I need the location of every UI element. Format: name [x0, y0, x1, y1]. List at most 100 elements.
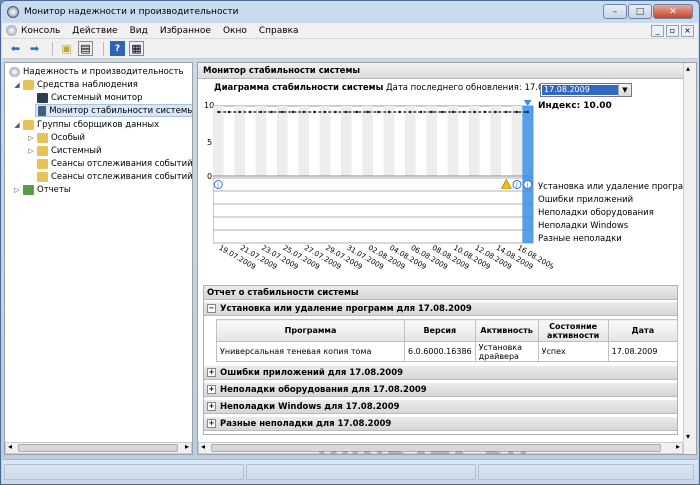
- tree-item-stability[interactable]: Монитор стабильности системы: [35, 104, 193, 117]
- mdi-minimize-button[interactable]: _: [651, 25, 664, 37]
- status-bar: [2, 459, 698, 484]
- menu-view[interactable]: Вид: [130, 26, 148, 36]
- tree-item-sessions-1[interactable]: Сеансы отслеживания событий: [35, 157, 192, 170]
- selected-day-marker: [523, 100, 532, 106]
- column-header[interactable]: Версия: [404, 319, 476, 342]
- data-point: [377, 110, 380, 114]
- content-vertical-scrollbar[interactable]: ▴ ▾: [683, 63, 696, 454]
- navigation-tree: Надежность и производительность ◢ Средст…: [4, 62, 193, 455]
- minimize-button[interactable]: –: [603, 4, 627, 19]
- day-stripe: [383, 106, 395, 176]
- expand-icon[interactable]: ▷: [27, 134, 35, 142]
- section-label: Неполадки оборудования для 17.08.2009: [220, 384, 427, 395]
- help-icon[interactable]: ?: [110, 41, 125, 56]
- scroll-up-icon[interactable]: ▴: [686, 64, 690, 73]
- section-windows[interactable]: + Неполадки Windows для 17.08.2009: [204, 400, 677, 414]
- menu-window[interactable]: Окно: [223, 26, 247, 36]
- mdi-close-button[interactable]: ×: [681, 25, 694, 37]
- expand-section-icon[interactable]: +: [207, 419, 216, 428]
- scroll-right-icon[interactable]: ▸: [676, 442, 680, 451]
- folder-icon: [37, 132, 48, 143]
- data-point: [345, 110, 348, 114]
- scroll-right-icon[interactable]: ▸: [185, 442, 189, 451]
- folder-icon: [37, 158, 48, 169]
- menu-console[interactable]: Консоль: [21, 26, 60, 36]
- toolbar-separator: [52, 41, 53, 56]
- mdi-restore-button[interactable]: ▫: [666, 25, 679, 37]
- date-select[interactable]: 17.08.2009 ▼: [540, 83, 632, 97]
- expand-section-icon[interactable]: +: [207, 368, 216, 377]
- tree-item-groups[interactable]: ◢ Группы сборщиков данных: [13, 118, 159, 131]
- chevron-down-icon[interactable]: ▼: [618, 84, 631, 96]
- legend-hardware: Неполадки оборудования: [538, 208, 654, 218]
- report-title: Отчет о стабильности системы: [204, 286, 677, 300]
- menu-favorites[interactable]: Избранное: [160, 26, 211, 36]
- menu-action[interactable]: Действие: [72, 26, 117, 36]
- tree-horizontal-scrollbar[interactable]: ◂ ▸: [5, 442, 192, 454]
- section-label: Установка или удаление программ для 17.0…: [220, 303, 472, 314]
- scroll-left-icon[interactable]: ◂: [201, 442, 205, 451]
- maximize-button[interactable]: □: [628, 4, 652, 19]
- main-window: Монитор надежности и производительности …: [0, 0, 700, 485]
- up-folder-icon[interactable]: ▣: [59, 41, 74, 56]
- data-point: [227, 110, 231, 114]
- day-stripe: [234, 106, 245, 176]
- close-button[interactable]: ✕: [653, 4, 693, 19]
- section-hardware[interactable]: + Неполадки оборудования для 17.08.2009: [204, 383, 677, 397]
- folder-icon: [37, 171, 48, 182]
- back-button[interactable]: ⬅: [8, 41, 23, 56]
- data-point: [270, 110, 273, 114]
- tree-label: Отчеты: [37, 184, 71, 195]
- collapse-section-icon[interactable]: −: [207, 304, 216, 313]
- data-point: [526, 110, 529, 114]
- column-header[interactable]: Дата: [607, 319, 679, 342]
- tree-item-special[interactable]: ▷ Особый: [27, 131, 85, 144]
- data-point: [259, 110, 263, 114]
- expand-icon[interactable]: ▷: [27, 147, 35, 155]
- tree-item-root[interactable]: Надежность и производительность: [7, 65, 184, 78]
- table-row[interactable]: Универсальная теневая копия тома 6.0.600…: [216, 341, 679, 362]
- scrollbar-thumb[interactable]: [18, 444, 178, 452]
- cell-date: 17.08.2009: [607, 341, 679, 362]
- forward-button[interactable]: ➡: [27, 41, 42, 56]
- menu-help[interactable]: Справка: [259, 26, 299, 36]
- show-tree-icon[interactable]: ▤: [78, 41, 93, 56]
- folder-icon: [23, 119, 34, 130]
- tree-item-sysmon[interactable]: Системный монитор: [35, 91, 142, 104]
- selected-day-bar: [522, 106, 533, 243]
- report-icon: [23, 184, 34, 195]
- expand-icon[interactable]: ▷: [13, 186, 21, 194]
- chart-header: Диаграмма стабильности системы Дата посл…: [214, 83, 573, 93]
- data-point: [409, 110, 412, 114]
- stability-chart[interactable]: i i i19.07.200921.07.200923.07.200925.07.2…: [213, 98, 553, 298]
- column-header[interactable]: Состояние активности: [537, 319, 609, 342]
- tree-label: Системный монитор: [51, 92, 143, 103]
- toolbar: ⬅ ➡ ▣ ▤ ? ▦: [2, 39, 698, 59]
- scroll-left-icon[interactable]: ◂: [8, 442, 12, 451]
- expand-section-icon[interactable]: +: [207, 402, 216, 411]
- tree-item-sessions-2[interactable]: Сеансы отслеживания событий: [35, 170, 192, 183]
- section-app-errors[interactable]: + Ошибки приложений для 17.08.2009: [204, 366, 677, 380]
- column-header[interactable]: Активность: [474, 319, 539, 342]
- tree-item-system[interactable]: ▷ Системный: [27, 144, 102, 157]
- legend-misc: Разные неполадки: [538, 234, 622, 244]
- collapse-icon[interactable]: ◢: [13, 121, 21, 129]
- expand-section-icon[interactable]: +: [207, 385, 216, 394]
- section-install[interactable]: − Установка или удаление программ для 17…: [204, 302, 677, 316]
- chart-title: Диаграмма стабильности системы: [214, 83, 384, 93]
- collapse-icon[interactable]: ◢: [13, 81, 21, 89]
- tree-label: Монитор стабильности системы: [49, 105, 193, 116]
- data-point: [238, 110, 241, 114]
- section-misc[interactable]: + Разные неполадки для 17.08.2009: [204, 417, 677, 431]
- toolbar-separator: [103, 41, 104, 56]
- scroll-down-icon[interactable]: ▾: [686, 432, 690, 441]
- data-point: [323, 110, 327, 114]
- data-point: [473, 110, 476, 114]
- data-point: [398, 110, 401, 114]
- tree-item-reports[interactable]: ▷ Отчеты: [13, 183, 71, 196]
- properties-icon[interactable]: ▦: [129, 41, 144, 56]
- tree-item-tools[interactable]: ◢ Средства наблюдения: [13, 78, 138, 91]
- column-header[interactable]: Программа: [216, 319, 405, 342]
- day-stripe: [469, 106, 480, 176]
- day-stripe: [341, 106, 352, 176]
